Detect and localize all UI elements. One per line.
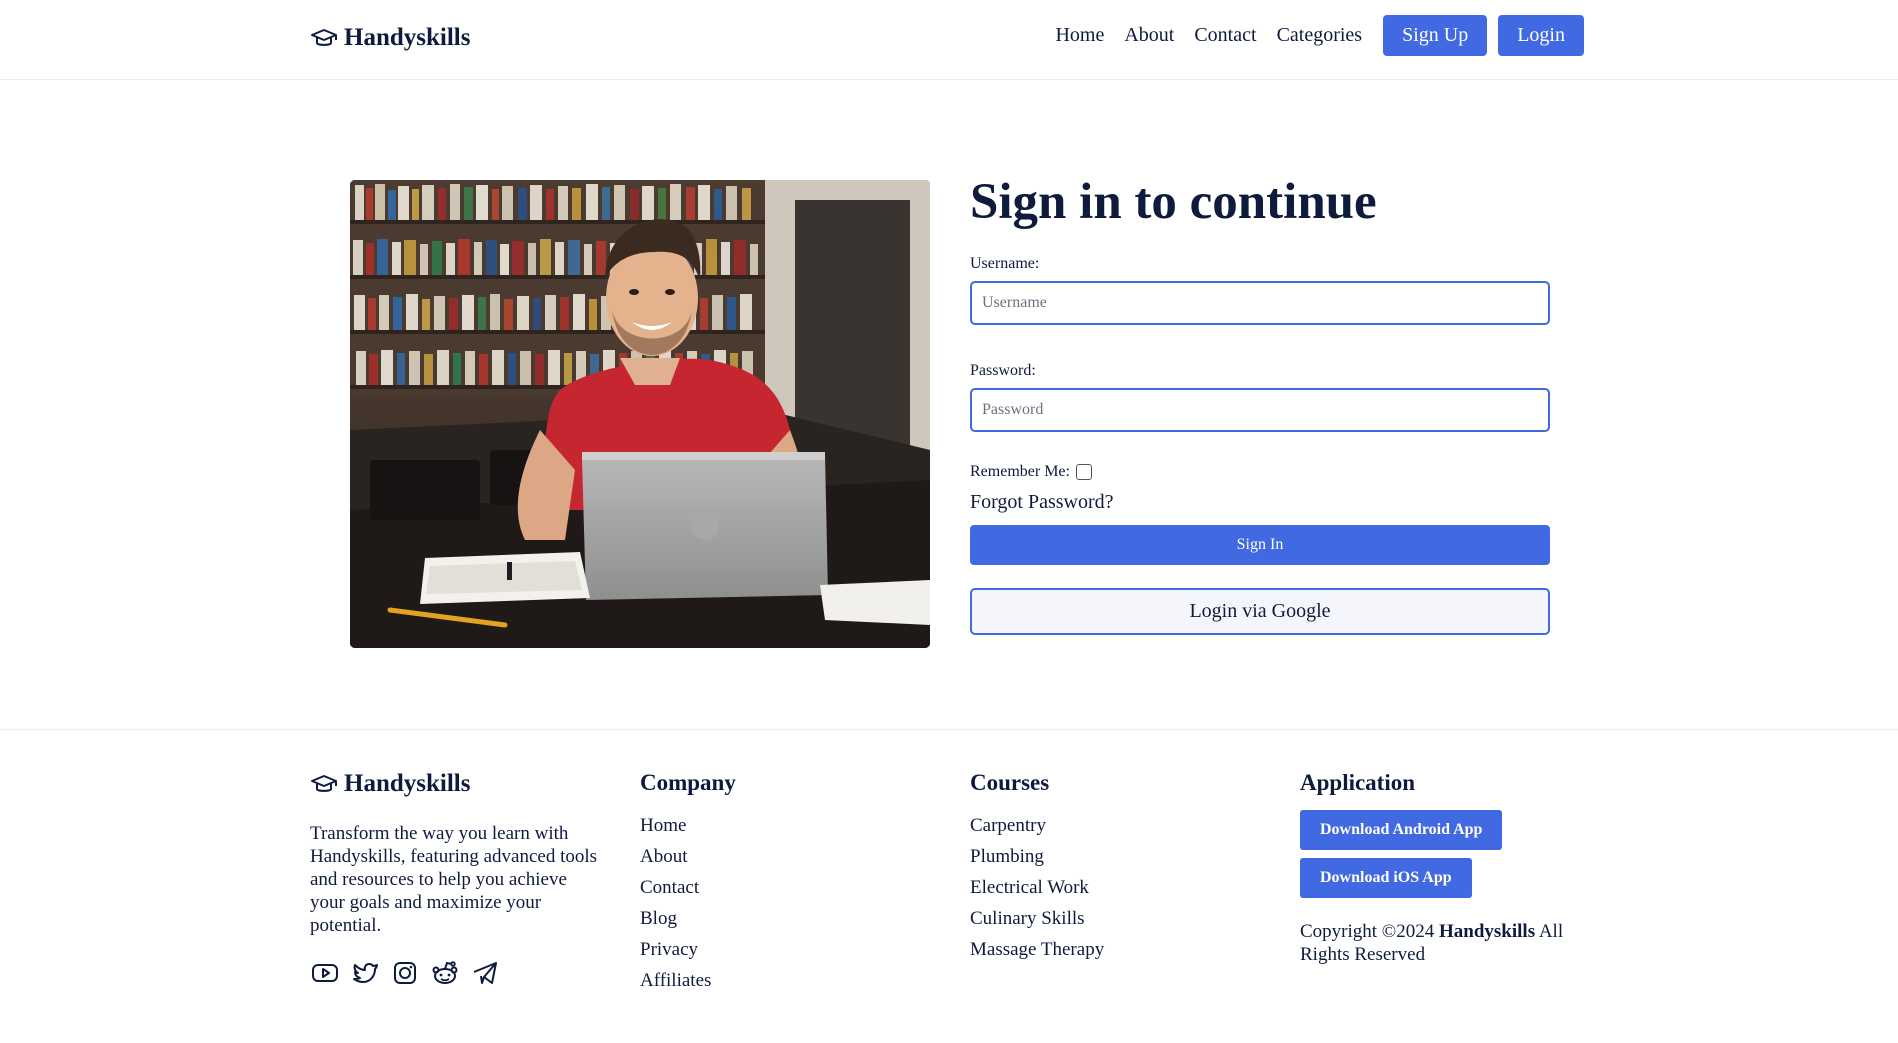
footer-link-contact[interactable]: Contact bbox=[640, 872, 736, 903]
footer-link-carpentry[interactable]: Carpentry bbox=[970, 810, 1104, 841]
footer-brand[interactable]: Handyskills bbox=[310, 770, 470, 798]
nav-home[interactable]: Home bbox=[1055, 24, 1104, 47]
nav-contact[interactable]: Contact bbox=[1194, 24, 1256, 47]
footer-application-title: Application bbox=[1300, 770, 1416, 795]
username-input[interactable] bbox=[970, 281, 1550, 326]
footer-link-blog[interactable]: Blog bbox=[640, 903, 736, 934]
footer-link-home[interactable]: Home bbox=[640, 810, 736, 841]
footer-courses-title: Courses bbox=[970, 770, 1050, 795]
footer-link-plumbing[interactable]: Plumbing bbox=[970, 841, 1104, 872]
nav-categories[interactable]: Categories bbox=[1277, 24, 1363, 47]
footer-link-about[interactable]: About bbox=[640, 841, 736, 872]
footer-courses-column: Courses Carpentry Plumbing Electrical Wo… bbox=[970, 770, 1104, 965]
remember-me-label: Remember Me: bbox=[970, 463, 1070, 481]
remember-me-row: Remember Me: bbox=[970, 463, 1550, 481]
main-nav: Home About Contact Categories Sign Up Lo… bbox=[1055, 15, 1584, 56]
login-button[interactable]: Login bbox=[1498, 15, 1584, 56]
telegram-icon[interactable] bbox=[470, 958, 500, 988]
footer-company-title: Company bbox=[640, 770, 736, 795]
instagram-icon[interactable] bbox=[390, 958, 420, 988]
page-title: Sign in to continue bbox=[970, 174, 1377, 230]
site-footer: Handyskills Transform the way you learn … bbox=[0, 729, 1898, 1043]
password-label: Password: bbox=[970, 362, 1036, 380]
footer-link-affiliates[interactable]: Affiliates bbox=[640, 965, 736, 996]
graduation-cap-icon bbox=[311, 775, 337, 792]
copyright-text: Copyright ©2024 Handyskills All Rights R… bbox=[1300, 920, 1600, 966]
forgot-password-link[interactable]: Forgot Password? bbox=[970, 491, 1550, 514]
remember-me-checkbox[interactable] bbox=[1075, 464, 1092, 481]
header-brand[interactable]: Handyskills bbox=[310, 24, 470, 52]
brand-name: Handyskills bbox=[344, 24, 471, 51]
google-login-button[interactable]: Login via Google bbox=[970, 588, 1550, 636]
footer-company-column: Company Home About Contact Blog Privacy … bbox=[640, 770, 736, 996]
footer-description: Transform the way you learn with Handysk… bbox=[310, 823, 598, 936]
footer-link-privacy[interactable]: Privacy bbox=[640, 934, 736, 965]
copyright-prefix: Copyright ©2024 bbox=[1300, 921, 1435, 942]
footer-brand-name: Handyskills bbox=[344, 770, 471, 797]
footer-application-column: Application Download Android App Downloa… bbox=[1300, 770, 1600, 966]
social-links bbox=[310, 958, 500, 988]
graduation-cap-icon bbox=[311, 29, 337, 46]
twitter-icon[interactable] bbox=[350, 958, 380, 988]
footer-link-electrical-work[interactable]: Electrical Work bbox=[970, 872, 1104, 903]
student-with-laptop-in-library-photo bbox=[350, 180, 930, 648]
youtube-icon[interactable] bbox=[310, 958, 340, 988]
download-android-button[interactable]: Download Android App bbox=[1300, 810, 1503, 850]
reddit-icon[interactable] bbox=[430, 958, 460, 988]
site-header: Handyskills Home About Contact Categorie… bbox=[0, 0, 1898, 80]
signin-button[interactable]: Sign In bbox=[970, 525, 1550, 566]
hero-photo-illustration bbox=[350, 180, 930, 648]
signup-button[interactable]: Sign Up bbox=[1383, 15, 1488, 56]
download-ios-button[interactable]: Download iOS App bbox=[1300, 858, 1472, 898]
footer-link-culinary-skills[interactable]: Culinary Skills bbox=[970, 903, 1104, 934]
username-label: Username: bbox=[970, 255, 1040, 273]
password-input[interactable] bbox=[970, 388, 1550, 433]
nav-about[interactable]: About bbox=[1124, 24, 1174, 47]
signin-form: Sign in to continue Username: Password: … bbox=[970, 172, 1550, 636]
copyright-brand: Handyskills bbox=[1439, 921, 1536, 942]
footer-link-massage-therapy[interactable]: Massage Therapy bbox=[970, 934, 1104, 965]
